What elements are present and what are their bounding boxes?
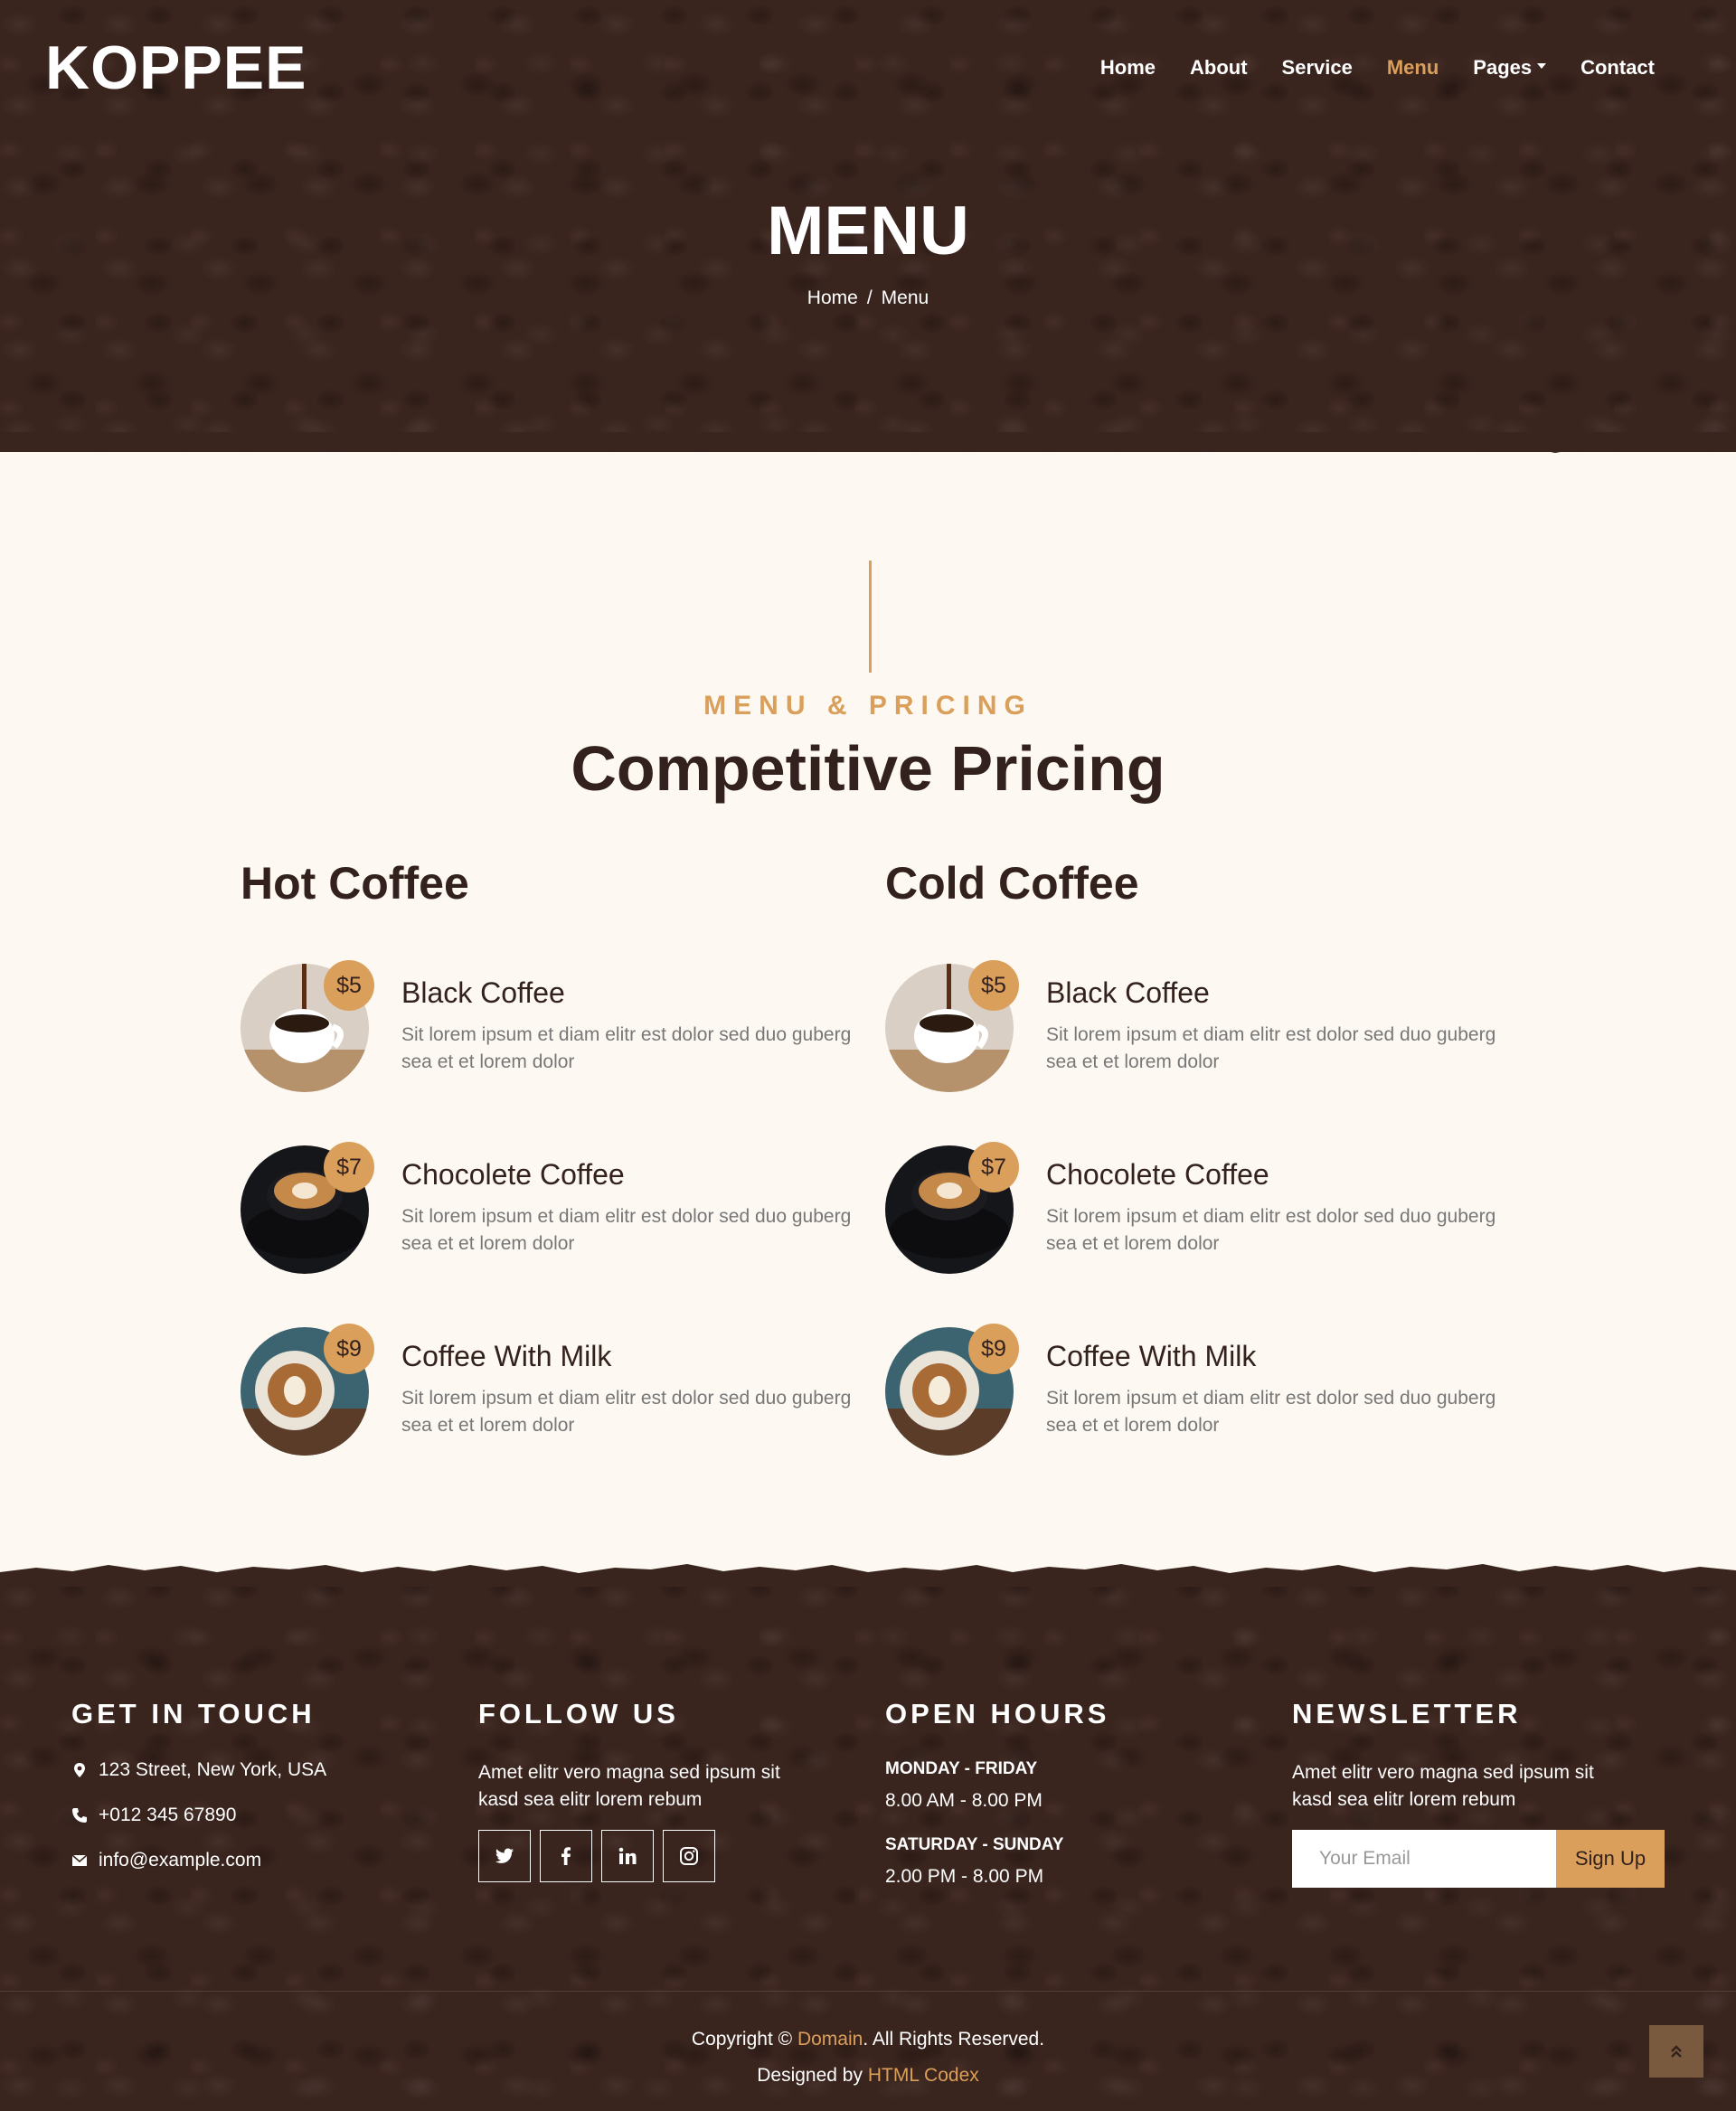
weekday-time: 8.00 AM - 8.00 PM [885,1790,1043,1811]
copyright-prefix: Copyright © [691,2029,793,2050]
newsletter-text: Amet elitr vero magna sed ipsum sit kasd… [1292,1762,1594,1810]
menu-item: $9 Coffee With Milk Sit lorem ipsum et d… [885,1324,1500,1463]
email-text[interactable]: info@example.com [99,1850,261,1871]
menu-item: $9 Coffee With Milk Sit lorem ipsum et d… [241,1324,855,1463]
newsletter-form: Sign Up [1292,1830,1665,1888]
linkedin-icon [618,1847,637,1864]
section-subtitle: MENU & PRICING [703,691,1033,721]
copyright-line: Copyright © Domain. All Rights Reserved. [0,2021,1736,2058]
hero-section: KOPPEE Home About Service Menu Pages Con… [0,0,1736,452]
twitter-button[interactable] [478,1830,531,1882]
phone-icon [72,1808,87,1823]
menu-item: $5 Black Coffee Sit lorem ipsum et diam … [885,960,1500,1099]
twitter-icon [495,1848,514,1863]
weekend-time: 2.00 PM - 8.00 PM [885,1866,1044,1887]
domain-link[interactable]: Domain [797,2029,863,2050]
designer-link[interactable]: HTML Codex [868,2065,979,2086]
nav-pages[interactable]: Pages [1473,56,1547,80]
item-name: Chocolete Coffee [401,1158,625,1191]
main-nav: Home About Service Menu Pages Contact [1100,56,1655,80]
email-row: info@example.com [71,1850,261,1871]
back-to-top-button[interactable] [1649,2025,1703,2078]
social-links [478,1830,715,1882]
newsletter-email-input[interactable] [1292,1830,1556,1888]
price-badge: $9 [324,1324,374,1374]
item-name: Coffee With Milk [1046,1340,1257,1372]
weekday-label: MONDAY - FRIDAY [885,1759,1038,1778]
menu-item: $5 Black Coffee Sit lorem ipsum et diam … [241,960,855,1099]
price-badge: $7 [968,1142,1019,1192]
section-title: Competitive Pricing [571,733,1165,804]
item-name: Black Coffee [401,976,565,1009]
address-row: 123 Street, New York, USA [71,1759,326,1781]
sign-up-button[interactable]: Sign Up [1556,1830,1665,1888]
nav-service[interactable]: Service [1282,56,1353,80]
item-description: Sit lorem ipsum et diam elitr est dolor … [1046,1206,1496,1254]
designed-by-line: Designed by HTML Codex [0,2058,1736,2094]
address-text: 123 Street, New York, USA [99,1759,327,1780]
nav-menu[interactable]: Menu [1387,56,1439,80]
facebook-icon [561,1847,571,1865]
phone-row: +012 345 67890 [71,1805,236,1826]
item-name: Black Coffee [1046,976,1210,1009]
nav-about[interactable]: About [1190,56,1248,80]
item-description: Sit lorem ipsum et diam elitr est dolor … [1046,1388,1496,1436]
footer-hours-title: OPEN HOURS [885,1698,1110,1729]
section-divider [869,561,872,673]
designed-prefix: Designed by [757,2065,863,2086]
instagram-button[interactable] [663,1830,715,1882]
footer-newsletter: NEWSLETTER Amet elitr vero magna sed ips… [1292,1698,1665,1888]
torn-edge-top [0,432,1736,453]
item-description: Sit lorem ipsum et diam elitr est dolor … [401,1388,852,1436]
breadcrumb-separator: / [866,287,873,308]
price-badge: $7 [324,1142,374,1192]
item-description: Sit lorem ipsum et diam elitr est dolor … [401,1024,852,1072]
menu-item: $7 Chocolete Coffee Sit lorem ipsum et d… [241,1142,855,1281]
copyright-suffix: . All Rights Reserved. [863,2029,1045,2050]
item-name: Chocolete Coffee [1046,1158,1269,1191]
breadcrumb-home[interactable]: Home [807,287,858,308]
map-marker-icon [74,1763,85,1777]
site-logo[interactable]: KOPPEE [45,33,307,103]
follow-text: Amet elitr vero magna sed ipsum sit kasd… [478,1762,780,1810]
linkedin-button[interactable] [601,1830,654,1882]
nav-contact[interactable]: Contact [1580,56,1655,80]
instagram-icon [680,1847,698,1865]
price-badge: $9 [968,1324,1019,1374]
footer-contact-title: GET IN TOUCH [71,1698,316,1729]
item-description: Sit lorem ipsum et diam elitr est dolor … [1046,1024,1496,1072]
breadcrumb-current: Menu [881,287,929,308]
cold-coffee-title: Cold Coffee [885,858,1139,909]
page-title: MENU [767,193,969,269]
hot-coffee-title: Hot Coffee [241,858,469,909]
price-badge: $5 [324,960,374,1011]
footer-hours: OPEN HOURS MONDAY - FRIDAY 8.00 AM - 8.0… [885,1698,1247,1887]
double-chevron-up-icon [1671,2045,1682,2058]
facebook-button[interactable] [540,1830,592,1882]
caret-down-icon [1537,63,1547,69]
item-name: Coffee With Milk [401,1340,612,1372]
weekend-label: SATURDAY - SUNDAY [885,1835,1064,1854]
torn-edge-bottom [0,1564,1736,1587]
nav-home[interactable]: Home [1100,56,1156,80]
footer-follow-title: FOLLOW US [478,1698,679,1729]
footer-contact: GET IN TOUCH 123 Street, New York, USA +… [71,1698,433,1871]
breadcrumb: Home / Menu [0,287,1736,309]
price-badge: $5 [968,960,1019,1011]
menu-item: $7 Chocolete Coffee Sit lorem ipsum et d… [885,1142,1500,1281]
item-description: Sit lorem ipsum et diam elitr est dolor … [401,1206,852,1254]
nav-pages-label: Pages [1473,56,1533,79]
footer-divider [0,1991,1736,1992]
copyright: Copyright © Domain. All Rights Reserved.… [0,2021,1736,2094]
phone-text: +012 345 67890 [99,1805,237,1825]
footer-newsletter-title: NEWSLETTER [1292,1698,1522,1729]
footer-follow: FOLLOW US Amet elitr vero magna sed ipsu… [478,1698,840,1882]
envelope-icon [71,1854,88,1866]
